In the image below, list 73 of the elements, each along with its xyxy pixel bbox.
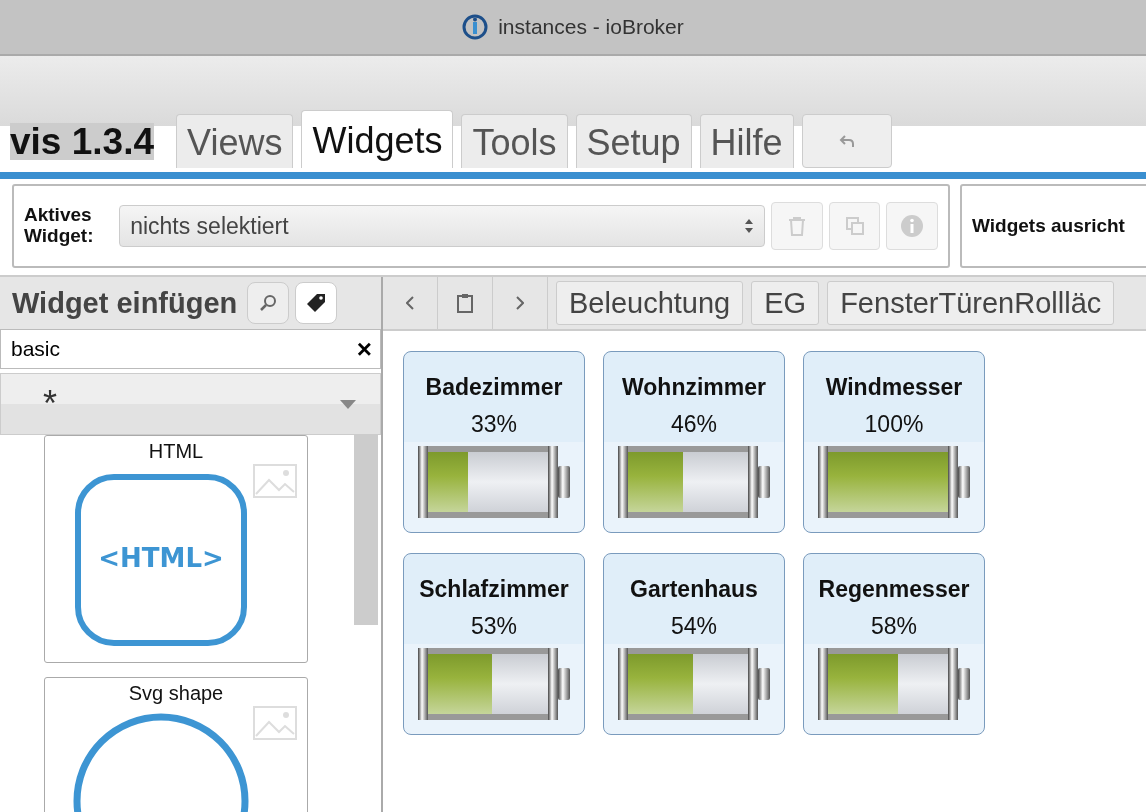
battery-cap xyxy=(418,446,428,518)
filter-dropdown[interactable]: * xyxy=(0,373,381,435)
battery-reading: 58% xyxy=(870,613,917,640)
widget-item[interactable]: HTML <HTML> xyxy=(44,435,308,663)
panel-title: Widget einfügen xyxy=(12,286,238,320)
room-name: Windmesser xyxy=(825,374,963,401)
battery-terminal xyxy=(758,466,770,498)
battery-cap xyxy=(418,648,428,720)
copy-icon xyxy=(844,216,865,236)
menu-tab[interactable]: Views xyxy=(176,114,294,168)
view-tab[interactable]: FensterTürenRollläc xyxy=(827,281,1115,325)
search-icon xyxy=(259,294,278,312)
zoom-button[interactable] xyxy=(247,282,290,324)
delete-button[interactable] xyxy=(771,202,823,250)
battery-terminal xyxy=(558,466,570,498)
battery-reading: 33% xyxy=(470,411,517,438)
trash-icon xyxy=(787,216,806,236)
tag-icon xyxy=(305,292,328,314)
active-widget-select[interactable]: nichts selektiert xyxy=(119,205,766,247)
battery-terminal xyxy=(558,668,570,700)
battery-cap xyxy=(748,446,758,518)
html-drawing: <HTML> xyxy=(74,473,248,647)
view-tab[interactable]: EG xyxy=(751,281,820,325)
view-tab[interactable]: Beleuchtung xyxy=(556,281,744,325)
battery-cap xyxy=(948,648,958,720)
app-logo-icon xyxy=(462,14,489,40)
sort-caret-icon xyxy=(744,218,755,234)
battery-reading: 54% xyxy=(670,613,717,640)
menu-tab[interactable]: Hilfe xyxy=(699,114,794,168)
battery-reading: 53% xyxy=(470,613,517,640)
chevron-right-icon xyxy=(516,296,524,310)
battery-cap xyxy=(818,648,828,720)
room-name: Schlafzimmer xyxy=(419,576,569,603)
menu-tab[interactable]: Setup xyxy=(575,114,692,168)
menu-tab[interactable]: Tools xyxy=(461,114,568,168)
battery-terminal xyxy=(958,466,970,498)
search-field[interactable]: basic × xyxy=(0,329,381,369)
image-icon xyxy=(253,464,297,498)
dropdown-caret-icon xyxy=(340,399,356,409)
widget-item[interactable]: Svg shape xyxy=(44,677,308,812)
window-title: instances - ioBroker xyxy=(498,15,684,39)
battery-cap xyxy=(818,446,828,518)
chevron-left-icon xyxy=(406,296,414,310)
battery-reading: 46% xyxy=(670,411,717,438)
active-widget-label: Aktives Widget: xyxy=(24,205,95,247)
clipboard-icon xyxy=(457,293,473,313)
battery-reading: 100% xyxy=(864,411,924,438)
battery-terminal xyxy=(958,668,970,700)
info-icon xyxy=(900,214,925,238)
room-name: Gartenhaus xyxy=(630,576,758,603)
room-name: Badezimmer xyxy=(425,374,563,401)
menu-tab[interactable]: Widgets xyxy=(301,110,454,168)
battery-cap xyxy=(748,648,758,720)
info-button[interactable] xyxy=(886,202,938,250)
battery-cap xyxy=(948,446,958,518)
widget-name: Svg shape xyxy=(128,682,224,705)
battery-cap xyxy=(618,648,628,720)
app-name: vis 1.3.4 xyxy=(10,123,154,160)
widget-name: HTML xyxy=(148,440,204,463)
room-name: Wohnzimmer xyxy=(622,374,766,401)
room-name: Regenmesser xyxy=(818,576,970,603)
battery-cap xyxy=(618,446,628,518)
scrollbar-thumb[interactable] xyxy=(354,435,378,625)
battery-terminal xyxy=(758,668,770,700)
align-label: Widgets ausricht xyxy=(972,215,1125,237)
undo-button[interactable] xyxy=(801,114,892,168)
tag-button[interactable] xyxy=(295,282,338,324)
battery-cap xyxy=(548,446,558,518)
undo-icon xyxy=(838,134,855,148)
battery-cap xyxy=(548,648,558,720)
image-icon xyxy=(253,706,297,740)
clear-button[interactable]: × xyxy=(356,333,372,365)
copy-button[interactable] xyxy=(828,202,881,250)
